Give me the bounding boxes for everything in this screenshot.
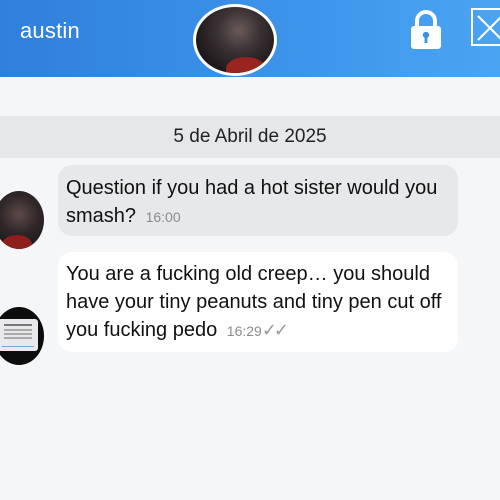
chat-header: austin: [0, 0, 500, 77]
outgoing-message[interactable]: You are a fucking old creep… you should …: [58, 252, 458, 352]
message-time: 16:29: [226, 323, 262, 339]
lock-icon[interactable]: [410, 10, 442, 50]
date-separator: 5 de Abril de 2025: [0, 116, 500, 158]
close-icon: [477, 15, 500, 41]
user-avatar[interactable]: [0, 307, 44, 365]
read-receipt-icon: ✓✓: [261, 320, 289, 340]
contact-name[interactable]: austin: [20, 18, 80, 44]
sender-avatar[interactable]: [0, 191, 44, 249]
incoming-message[interactable]: Question if you had a hot sister would y…: [58, 165, 458, 236]
close-button[interactable]: [471, 8, 500, 46]
message-text: Question if you had a hot sister would y…: [66, 177, 438, 227]
message-time: 16:00: [145, 209, 181, 225]
avatar-screenshot-thumbnail: [0, 319, 38, 351]
contact-avatar[interactable]: [193, 4, 277, 76]
